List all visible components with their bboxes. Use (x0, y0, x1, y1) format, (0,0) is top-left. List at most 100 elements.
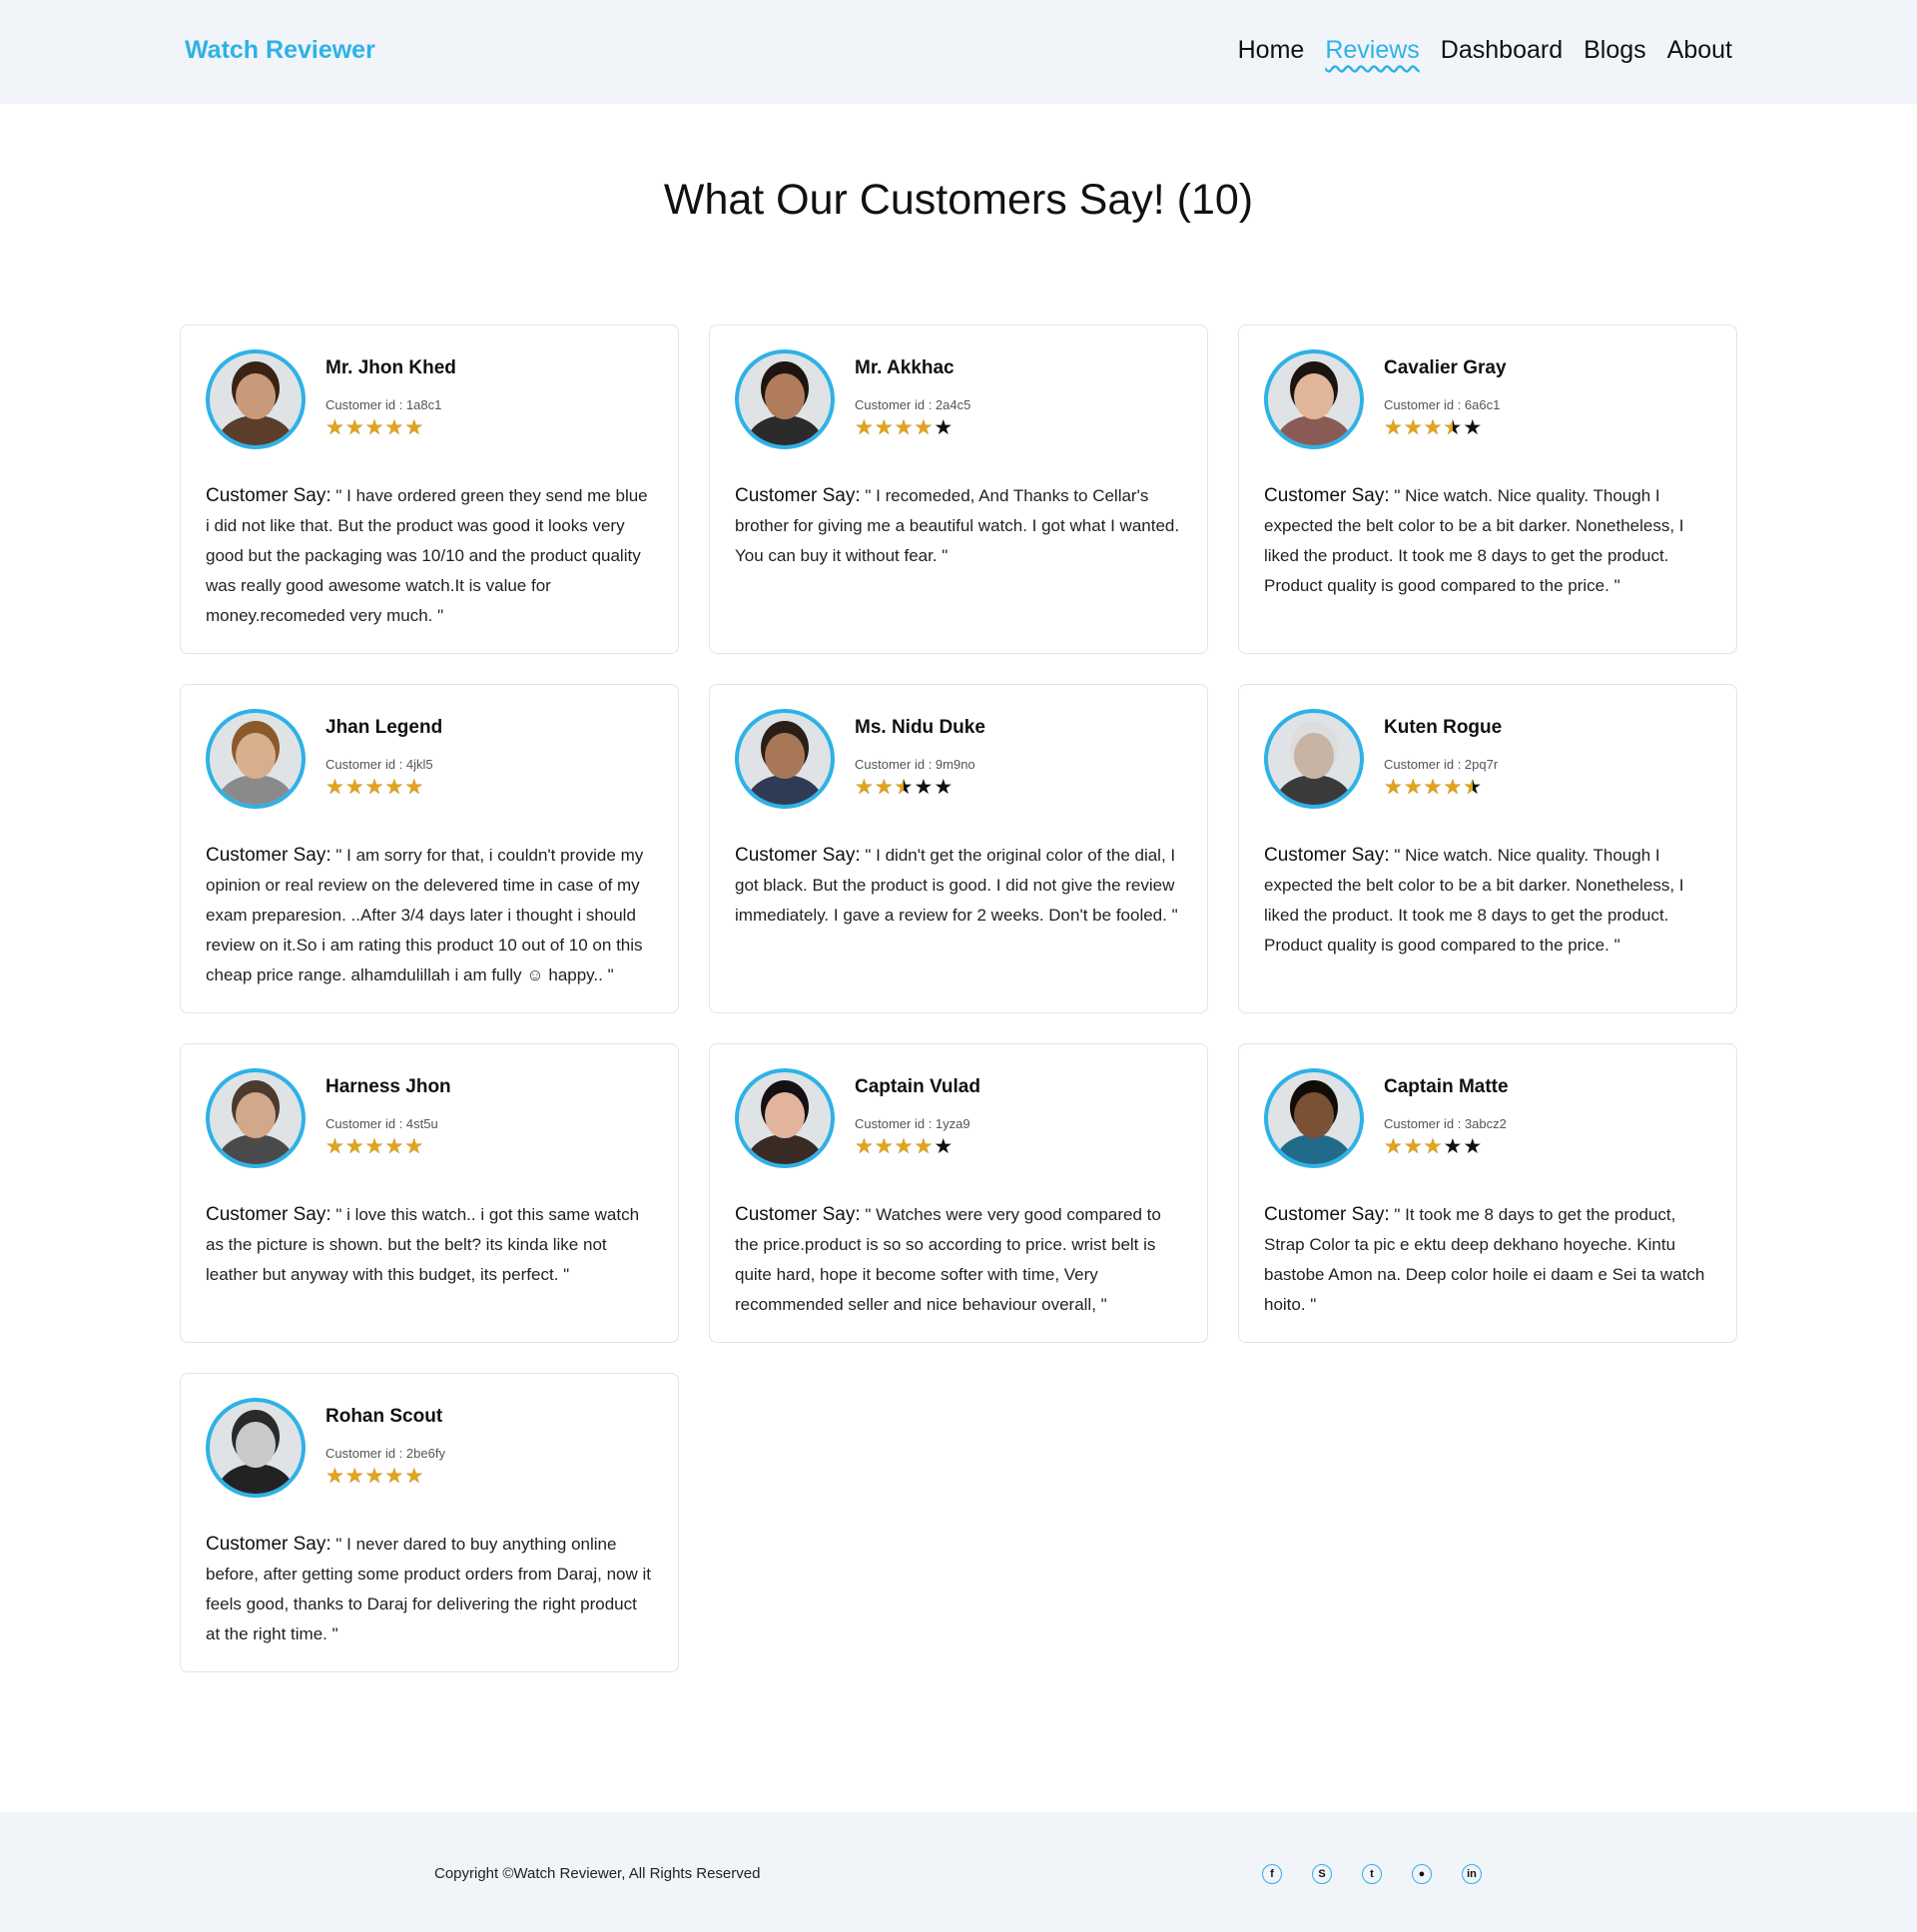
review-text: Customer Say: " i love this watch.. i go… (206, 1200, 653, 1290)
star-fill: ★ (364, 1136, 384, 1157)
reviews-grid: Mr. Jhon Khed Customer id : 1a8c1 ★ ★ ★ ★ ★ ★… (180, 324, 1737, 1702)
star-icon: ★★ (914, 416, 934, 439)
customer-say-label: Customer Say: (735, 845, 861, 866)
star-icon: ★★ (364, 1135, 384, 1158)
star-fill: ★ (344, 417, 364, 438)
star-icon: ★★ (874, 1135, 894, 1158)
avatar (735, 349, 835, 449)
brand-logo[interactable]: Watch Reviewer (185, 36, 375, 65)
customer-say-label: Customer Say: (735, 1204, 861, 1225)
customer-meta: Cavalier Gray Customer id : 6a6c1 ★ ★ ★ ★ ★ ★… (1384, 349, 1507, 438)
footer: Copyright ©Watch Reviewer, All Rights Re… (0, 1812, 1917, 1932)
review-card-header: Jhan Legend Customer id : 4jkl5 ★ ★ ★ ★ ★ ★ ★ ★… (206, 709, 653, 809)
star-fill: ★ (1403, 1136, 1423, 1157)
star-icon: ★★ (894, 776, 914, 799)
review-card-header: Captain Matte Customer id : 3abcz2 ★ ★ ★ ★ ★… (1264, 1068, 1711, 1168)
star-fill: ★ (384, 1136, 404, 1157)
star-fill: ★ (325, 777, 344, 798)
star-fill: ★ (384, 417, 404, 438)
star-icon: ★★ (1423, 776, 1443, 799)
customer-name: Harness Jhon (325, 1076, 451, 1097)
avatar-body (217, 1464, 295, 1494)
customer-name: Captain Matte (1384, 1076, 1509, 1097)
star-icon: ★★ (1463, 776, 1483, 799)
main-nav: Home Reviews Dashboard Blogs About (1238, 36, 1732, 65)
rating-stars: ★★★★★★★★★★ (855, 1136, 980, 1157)
star-fill: ★ (1403, 417, 1423, 438)
avatar-face (1294, 1092, 1334, 1138)
star-icon: ★★ (384, 776, 404, 799)
review-text: Customer Say: " Nice watch. Nice quality… (1264, 841, 1711, 961)
customer-say-label: Customer Say: (206, 845, 331, 866)
avatar-face (1294, 733, 1334, 779)
avatar-face (236, 373, 276, 419)
star-icon: ★★ (404, 1135, 424, 1158)
avatar-body (746, 1134, 824, 1164)
avatar-body (1275, 415, 1353, 445)
star-fill: ★ (344, 1136, 364, 1157)
review-text: Customer Say: " Watches were very good c… (735, 1200, 1182, 1320)
review-card: Cavalier Gray Customer id : 6a6c1 ★ ★ ★ ★ ★ ★… (1238, 324, 1737, 654)
avatar (1264, 349, 1364, 449)
review-body: " I have ordered green they send me blue… (206, 486, 648, 625)
review-text: Customer Say: " I didn't get the origina… (735, 841, 1182, 931)
facebook-icon[interactable]: f (1262, 1864, 1282, 1884)
customer-id: Customer id : 2be6fy (325, 1446, 445, 1461)
star-icon: ★★ (384, 1135, 404, 1158)
customer-id: Customer id : 1yza9 (855, 1116, 970, 1131)
rating-stars: ★★★★★★★★★★ (855, 417, 970, 438)
customer-say-label: Customer Say: (206, 1534, 331, 1555)
star-icon: ★★ (384, 416, 404, 439)
review-card: Captain Vulad Customer id : 1yza9 ★ ★ ★ ★ ★ ★… (709, 1043, 1208, 1343)
nav-home[interactable]: Home (1238, 36, 1305, 65)
star-fill: ★ (874, 417, 894, 438)
review-text: Customer Say: " Nice watch. Nice quality… (1264, 481, 1711, 601)
nav-dashboard[interactable]: Dashboard (1441, 36, 1563, 65)
avatar-face (236, 1422, 276, 1468)
star-icon: ★★ (1423, 1135, 1443, 1158)
github-icon[interactable]: ● (1412, 1864, 1432, 1884)
star-fill: ★ (1384, 417, 1403, 438)
star-icon: ★★ (1443, 776, 1463, 799)
star-icon: ★★ (344, 776, 364, 799)
avatar-body (217, 1134, 295, 1164)
avatar (1264, 709, 1364, 809)
review-card: Mr. Jhon Khed Customer id : 1a8c1 ★ ★ ★ ★ ★ ★… (180, 324, 679, 654)
star-icon: ★★ (404, 1465, 424, 1488)
linkedin-icon[interactable]: in (1462, 1864, 1482, 1884)
avatar-body (1275, 775, 1353, 805)
customer-id: Customer id : 2pq7r (1384, 757, 1499, 772)
star-icon: ★★ (874, 416, 894, 439)
review-card-header: Rohan Scout Customer id : 2be6fy ★ ★ ★ ★ ★ ★ ★… (206, 1398, 653, 1498)
star-fill: ★ (894, 417, 914, 438)
skype-icon[interactable]: S (1312, 1864, 1332, 1884)
customer-id: Customer id : 2a4c5 (855, 397, 971, 412)
star-fill: ★ (344, 777, 364, 798)
rating-stars: ★★★★★★★★★★ (855, 777, 985, 798)
rating-stars: ★★★★★★★★★★ (325, 777, 442, 798)
avatar-body (746, 775, 824, 805)
star-fill: ★ (364, 417, 384, 438)
star-icon: ★★ (1443, 416, 1463, 439)
customer-say-label: Customer Say: (735, 485, 861, 506)
nav-blogs[interactable]: Blogs (1584, 36, 1646, 65)
star-fill: ★ (1384, 1136, 1403, 1157)
star-icon: ★★ (914, 1135, 934, 1158)
nav-reviews[interactable]: Reviews (1325, 36, 1419, 65)
star-icon: ★★ (874, 776, 894, 799)
avatar (206, 1398, 306, 1498)
star-fill: ★ (874, 1136, 894, 1157)
avatar-face (765, 733, 805, 779)
star-icon: ★★ (855, 776, 874, 799)
star-fill: ★ (325, 1466, 344, 1487)
review-card-header: Kuten Rogue Customer id : 2pq7r ★ ★ ★ ★ ★ ★ ★ ★… (1264, 709, 1711, 809)
star-icon: ★★ (1384, 1135, 1403, 1158)
customer-meta: Kuten Rogue Customer id : 2pq7r ★ ★ ★ ★ ★ ★ ★ ★… (1384, 709, 1502, 798)
star-icon: ★★ (1423, 416, 1443, 439)
twitter-icon[interactable]: t (1362, 1864, 1382, 1884)
avatar (206, 1068, 306, 1168)
customer-name: Captain Vulad (855, 1076, 980, 1097)
review-card-header: Ms. Nidu Duke Customer id : 9m9no ★ ★ ★ ★ ★ ★… (735, 709, 1182, 809)
customer-id: Customer id : 3abcz2 (1384, 1116, 1507, 1131)
nav-about[interactable]: About (1667, 36, 1732, 65)
